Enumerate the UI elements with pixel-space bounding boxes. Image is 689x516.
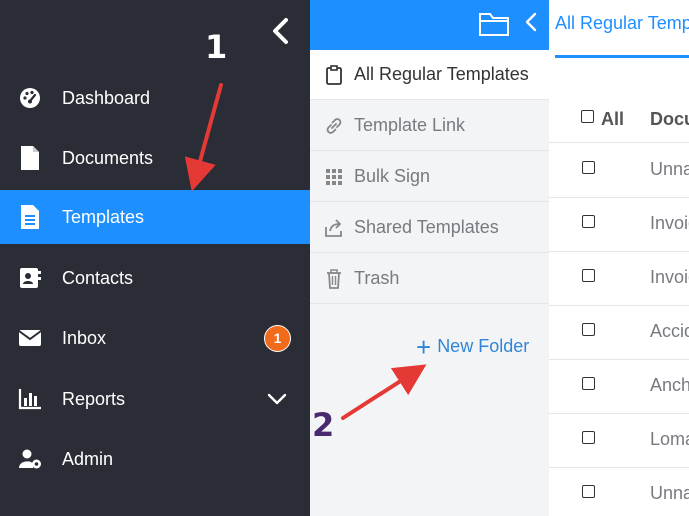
- collapse-panel-icon[interactable]: [522, 11, 540, 33]
- panel-item-bulk-sign[interactable]: Bulk Sign: [310, 152, 549, 202]
- clipboard-icon: [324, 64, 344, 86]
- contact-card-icon: [18, 266, 42, 290]
- panel-item-label: Trash: [354, 268, 400, 288]
- sidebar-item-inbox[interactable]: Inbox 1: [0, 311, 310, 365]
- user-gear-icon: [18, 447, 42, 471]
- panel-item-trash[interactable]: Trash: [310, 254, 549, 304]
- share-icon: [324, 217, 344, 239]
- sidebar-item-templates[interactable]: Templates: [0, 190, 310, 244]
- document-name[interactable]: Anchor: [650, 375, 689, 396]
- envelope-icon: [18, 326, 42, 350]
- sidebar-item-reports[interactable]: Reports: [0, 372, 310, 426]
- sidebar-item-dashboard[interactable]: Dashboard: [0, 71, 310, 125]
- bar-chart-icon: [18, 387, 42, 411]
- row-checkbox[interactable]: [582, 161, 595, 174]
- document-name[interactable]: Unnamed: [650, 159, 689, 180]
- panel-item-label: Template Link: [354, 115, 466, 135]
- table-row[interactable]: Anchor: [549, 359, 689, 414]
- document-name[interactable]: Invoice: [650, 213, 689, 234]
- row-checkbox[interactable]: [582, 215, 595, 228]
- tab-label: All Regular Templates: [555, 13, 689, 33]
- sidebar-item-label: Documents: [62, 147, 154, 168]
- table-header: All Document: [549, 92, 689, 143]
- inbox-count-badge: 1: [264, 324, 291, 352]
- sidebar-item-admin[interactable]: Admin: [0, 432, 310, 486]
- collapse-sidebar-icon[interactable]: [266, 14, 298, 48]
- table-row[interactable]: Invoice: [549, 251, 689, 306]
- panel-item-label: Shared Templates: [354, 217, 499, 237]
- new-folder-button[interactable]: + New Folder: [416, 331, 530, 362]
- sidebar-item-label: Contacts: [62, 267, 134, 288]
- row-checkbox[interactable]: [582, 323, 595, 336]
- grid-icon: [324, 166, 344, 188]
- trash-icon: [324, 268, 344, 290]
- document-name[interactable]: Invoice: [650, 267, 689, 288]
- template-list: All Regular Templates All Document Unnam…: [549, 0, 689, 516]
- table-row[interactable]: Unnamed: [549, 467, 689, 516]
- sidebar-item-label: Templates: [62, 206, 145, 227]
- new-folder-label: New Folder: [437, 336, 530, 356]
- panel-header: [310, 0, 549, 50]
- dashboard-gauge-icon: [18, 86, 42, 110]
- table-row[interactable]: Accident: [549, 305, 689, 360]
- panel-item-all-regular-templates[interactable]: All Regular Templates: [310, 50, 549, 100]
- panel-item-shared-templates[interactable]: Shared Templates: [310, 203, 549, 253]
- chevron-down-icon[interactable]: [266, 388, 288, 410]
- document-column-header[interactable]: Document: [650, 109, 689, 130]
- panel-item-template-link[interactable]: Template Link: [310, 101, 549, 151]
- sidebar-item-label: Admin: [62, 448, 114, 469]
- select-all-label: All: [601, 109, 625, 129]
- row-checkbox[interactable]: [582, 377, 595, 390]
- sidebar-item-label: Inbox: [62, 327, 107, 348]
- sidebar-item-documents[interactable]: Documents: [0, 131, 310, 185]
- link-icon: [324, 115, 344, 137]
- templates-panel: All Regular Templates Template Link Bulk…: [310, 0, 549, 516]
- sidebar-item-label: Dashboard: [62, 87, 151, 108]
- document-name[interactable]: Unnamed: [650, 483, 689, 504]
- row-checkbox[interactable]: [582, 269, 595, 282]
- table-row[interactable]: Loma: [549, 413, 689, 468]
- sidebar-item-contacts[interactable]: Contacts: [0, 251, 310, 305]
- plus-icon: +: [416, 331, 432, 362]
- panel-item-label: Bulk Sign: [354, 166, 431, 186]
- select-all-checkbox[interactable]: [581, 110, 594, 123]
- document-name[interactable]: Loma: [650, 429, 689, 450]
- row-checkbox[interactable]: [582, 431, 595, 444]
- tab-all-regular-templates[interactable]: All Regular Templates: [555, 0, 689, 58]
- step-1-annotation: 1: [205, 28, 228, 66]
- sidebar-item-label: Reports: [62, 388, 126, 409]
- document-icon: [18, 146, 42, 170]
- panel-item-label: All Regular Templates: [354, 64, 529, 84]
- document-name[interactable]: Accident: [650, 321, 689, 342]
- table-row[interactable]: Unnamed: [549, 143, 689, 198]
- row-checkbox[interactable]: [582, 485, 595, 498]
- sidebar-nav: Dashboard Documents Templates Contacts I…: [0, 0, 310, 516]
- table-row[interactable]: Invoice: [549, 197, 689, 252]
- folder-icon[interactable]: [478, 10, 510, 38]
- template-icon: [18, 205, 42, 229]
- step-2-annotation: 2: [312, 406, 335, 444]
